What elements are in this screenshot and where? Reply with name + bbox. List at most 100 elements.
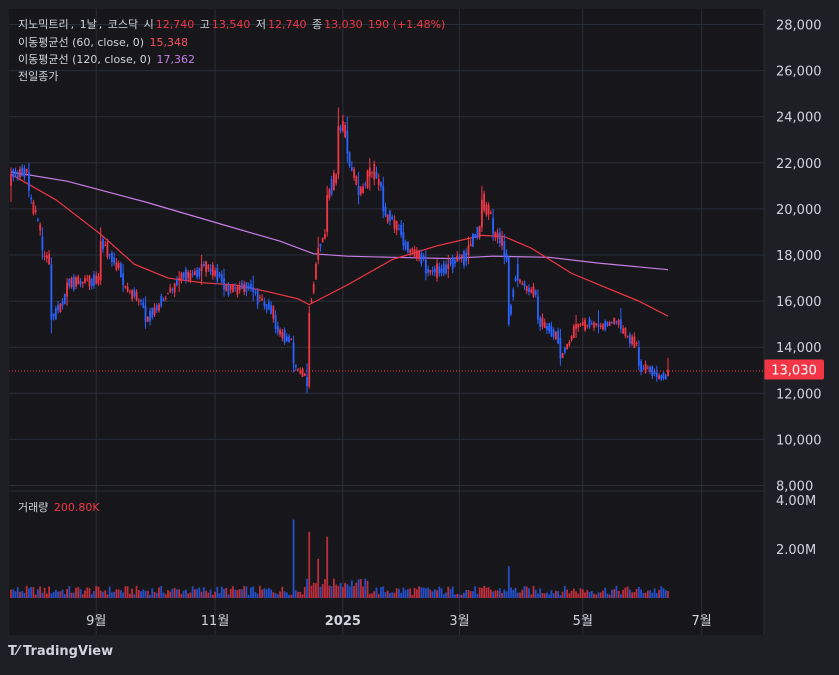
volume-bar [95, 585, 98, 598]
volume-bar [386, 590, 389, 598]
candle-body [274, 314, 277, 329]
volume-bar [469, 591, 472, 598]
volume-bar [373, 591, 376, 598]
candle-body [261, 298, 264, 301]
candle-body [628, 334, 631, 344]
candle-body [216, 267, 219, 281]
ma60-value: 15,348 [149, 36, 189, 49]
candle-body [258, 297, 261, 299]
volume-bar [185, 589, 187, 598]
volume-bar [507, 566, 510, 598]
candle-body [279, 329, 281, 335]
volume-bar [608, 594, 611, 598]
volume-bar [176, 589, 178, 598]
candle-body [200, 264, 203, 272]
volume-bar [631, 592, 634, 598]
volume-bar [128, 593, 131, 598]
symbol-name[interactable]: 지노믹트리 [18, 18, 69, 31]
low-label: 저 [255, 18, 266, 31]
volume-bar [460, 594, 463, 598]
volume-bar [267, 588, 270, 598]
volume-bar [48, 586, 51, 598]
candle-body [182, 272, 185, 279]
prev-close-legend[interactable]: 전일종가 [18, 69, 60, 85]
ohlc-legend: 지노믹트리, 1날, 코스닥 시 12,740 고 13,540 저 12,740 종… [18, 18, 446, 31]
close-label: 종 [311, 18, 323, 31]
volume-bar [528, 588, 530, 598]
volume-bar [512, 590, 515, 598]
interval: 1날 [79, 18, 97, 31]
volume-bar [487, 587, 490, 598]
volume-bar [341, 587, 344, 598]
candle-body [346, 130, 349, 154]
candle-body [422, 255, 425, 258]
volume-bar [14, 591, 17, 598]
candle-body [57, 305, 59, 311]
volume-bar [115, 589, 118, 598]
candle-body [292, 342, 295, 364]
volume-bar [162, 592, 165, 598]
volume-legend[interactable]: 거래량 200.80K [18, 500, 102, 516]
candle-body [115, 262, 118, 270]
open-value: 12,740 [155, 18, 195, 31]
price-tick-label: 16,000 [776, 295, 822, 310]
candle-body [368, 167, 371, 177]
candle-body [245, 282, 248, 292]
volume-bar [622, 589, 625, 598]
candle-body [84, 278, 86, 283]
volume-bar [216, 586, 219, 598]
candle-body [43, 255, 46, 257]
volume-bar [122, 592, 125, 598]
volume-bar [348, 586, 351, 598]
candle-body [267, 302, 270, 310]
tradingview-logo[interactable]: 𝗧⁄ TradingView [8, 644, 113, 659]
volume-bar [633, 592, 636, 598]
volume-bar [310, 585, 313, 598]
volume-bar [160, 585, 163, 598]
volume-bar [552, 593, 555, 598]
volume-bar [200, 591, 203, 598]
volume-bar [205, 590, 207, 598]
candle-body [445, 264, 447, 273]
candle-body [63, 294, 66, 304]
candle-body [510, 305, 512, 315]
volume-bar [21, 591, 24, 598]
volume-bar [104, 590, 107, 598]
volume-bar [330, 586, 333, 598]
volume-bar [209, 589, 212, 598]
candle-body [102, 239, 104, 250]
volume-bar [362, 586, 364, 598]
ma60-legend[interactable]: 이동평균선 (60, close, 0) 15,348 [18, 35, 190, 51]
last-price-tag-label: 13,030 [771, 364, 817, 379]
candle-body [315, 263, 317, 280]
candle-body [494, 232, 497, 237]
volume-bar [202, 587, 205, 598]
volume-bar [350, 580, 353, 598]
volume-bar [366, 580, 369, 598]
volume-bar [404, 590, 407, 598]
candle-body [30, 197, 33, 200]
volume-bar [292, 519, 295, 598]
volume-bar [559, 595, 562, 598]
candle-body [469, 243, 472, 246]
volume-bar [81, 594, 84, 598]
volume-bar [297, 591, 299, 598]
volume-bar [254, 592, 257, 598]
candle-body [285, 336, 288, 342]
volume-bar [377, 594, 380, 598]
candlestick-chart[interactable]: 28,000 26,000 24,000 22,000 20,000 18,000 16,0… [0, 0, 839, 671]
ma120-legend[interactable]: 이동평균선 (120, close, 0) 17,362 [18, 52, 197, 68]
candle-body [187, 271, 190, 279]
candle-body [431, 270, 434, 272]
volume-bar [281, 586, 284, 598]
candle-body [552, 329, 555, 337]
volume-bar [572, 588, 575, 598]
candle-body [247, 285, 250, 289]
volume-bar [10, 589, 12, 598]
candle-body [133, 289, 136, 297]
candle-body [225, 284, 228, 292]
volume-bar [485, 587, 488, 598]
candle-body [436, 263, 438, 278]
candle-body [350, 167, 353, 171]
volume-bar [415, 589, 418, 598]
